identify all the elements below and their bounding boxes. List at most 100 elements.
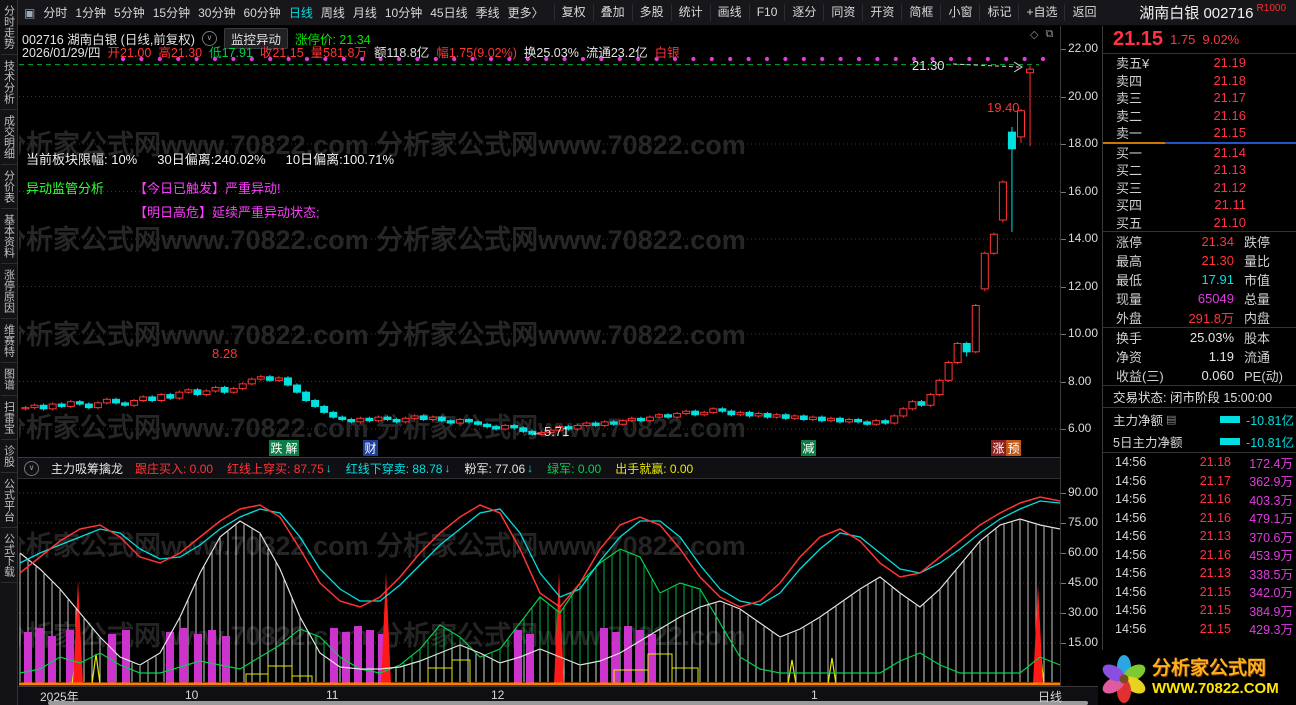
svg-text:涨: 涨	[992, 441, 1004, 456]
ohlc-segment: 流通23.2亿	[585, 46, 648, 60]
menu-tool-统计[interactable]: 统计	[670, 4, 710, 21]
buy-row[interactable]: 买一 21.14	[1103, 144, 1296, 162]
menu-tool-叠加[interactable]: 叠加	[592, 4, 632, 21]
svg-text:预: 预	[1007, 442, 1019, 456]
logo-site-name: 分析家公式网	[1152, 657, 1267, 679]
sidebar-item-维赛特[interactable]: 维赛特	[0, 319, 17, 363]
top-menubar: ▣ 分时 1分钟 5分钟 15分钟 30分钟 60分钟 日线 周线 月线 10分钟 45日线 季线 更多…	[18, 0, 1296, 26]
indicator-value-出手就赢: 出手就赢: 0.00	[615, 461, 694, 476]
indicator-values: 跟庄买入: 0.00 红线上穿买: 87.75 ↓ 红线下穿卖: 88.78 ↓ 粉军: …	[135, 460, 693, 477]
horizontal-scrollbar[interactable]	[48, 701, 1088, 705]
menu-tool-多股[interactable]: 多股	[631, 4, 671, 21]
left-sidebar: 分时走势 技术分析 成交明细 分价表 基本资料 涨停原因 维赛特 图谱 扫雷宝 诊股 公式平台 公式下…	[0, 0, 18, 705]
menu-tool-简框[interactable]: 简框	[901, 4, 940, 21]
svg-text:解: 解	[285, 442, 297, 456]
indicator-chart[interactable]: 分析家公式网www.70822.com 分析家公式网www.70822.com分…	[19, 480, 1060, 686]
chart-corner-icon[interactable]: ⧉	[1045, 28, 1053, 41]
sidebar-item-公式平台[interactable]: 公式平台	[0, 473, 17, 528]
candlestick-chart[interactable]: 分析家公式网www.70822.com 分析家公式网www.70822.com 分…	[19, 54, 1060, 457]
sidebar-item-公式下载[interactable]: 公式下载	[0, 528, 17, 583]
menu-tool-小窗[interactable]: 小窗	[940, 4, 979, 21]
menu-period-45日线[interactable]: 45日线	[426, 4, 471, 21]
indicator-tick: 90.00	[1060, 485, 1099, 499]
indicator-tick: 45.00	[1060, 575, 1099, 589]
flow-legend-chip	[1220, 415, 1241, 423]
menu-period-60分钟[interactable]: 60分钟	[239, 4, 284, 21]
site-logo: 分析家公式网 WWW.70822.COM	[1098, 650, 1296, 705]
last-price: 21.15	[1113, 28, 1164, 50]
sell-row[interactable]: 卖五¥ 21.19	[1103, 54, 1296, 72]
window-icon[interactable]: ▣	[24, 6, 35, 20]
price-tick: 16.00	[1060, 183, 1099, 198]
ohlc-segment: 开21.00	[107, 46, 152, 60]
menu-period-分时[interactable]: 分时	[39, 4, 71, 21]
sidebar-item-图谱[interactable]: 图谱	[0, 363, 17, 396]
indicator-value-红线下穿卖: 红线下穿卖: 88.78 ↓	[345, 461, 451, 476]
menu-period-周线[interactable]: 周线	[317, 4, 349, 21]
sell-row[interactable]: 卖四 21.18	[1103, 72, 1296, 90]
sell-row[interactable]: 卖一 21.15	[1103, 124, 1296, 142]
price-change: 1.75	[1170, 32, 1196, 47]
time-axis-label: 11	[326, 688, 339, 702]
menu-period-30分钟[interactable]: 30分钟	[194, 4, 239, 21]
trade-tick-row: 14:56 21.15 429.3万	[1115, 621, 1293, 638]
menu-tool-复权[interactable]: 复权	[553, 4, 593, 21]
sidebar-item-扫雷宝[interactable]: 扫雷宝	[0, 396, 17, 440]
menu-period-5分钟[interactable]: 5分钟	[110, 4, 149, 21]
menu-period-月线[interactable]: 月线	[349, 4, 381, 21]
period-label: 日线	[1038, 690, 1063, 704]
sidebar-item-基本资料[interactable]: 基本资料	[0, 209, 17, 264]
price-tick: 8.00	[1060, 373, 1092, 388]
menu-tool-画线[interactable]: 画线	[709, 4, 749, 21]
sidebar-item-技术分析[interactable]: 技术分析	[0, 55, 17, 110]
chart-corner-icon[interactable]: ◇	[1030, 28, 1038, 41]
flow-row-5日主力净额: 5日主力净额 -10.81亿	[1113, 435, 1294, 450]
sell-row[interactable]: 卖三 21.17	[1103, 89, 1296, 107]
trade-tick-row: 14:56 21.18 172.4万	[1115, 455, 1293, 471]
menu-tool-同资[interactable]: 同资	[823, 4, 862, 21]
stock-title: 湖南白银 002716	[1139, 5, 1254, 22]
buy-row[interactable]: 买五 21.10	[1103, 214, 1296, 232]
menu-tool-逐分[interactable]: 逐分	[784, 4, 823, 21]
date-label: 2026/01/29/四	[22, 46, 101, 60]
menu-period-日线[interactable]: 日线	[285, 4, 317, 21]
sidebar-item-分价表[interactable]: 分价表	[0, 165, 17, 209]
indicator-tick: 30.00	[1060, 605, 1099, 619]
deviation-30d: 30日偏离:240.02%	[157, 152, 266, 167]
sidebar-item-成交明细[interactable]: 成交明细	[0, 110, 17, 165]
buy-row[interactable]: 买三 21.12	[1103, 179, 1296, 197]
tool-buttons: 复权 叠加 多股 统计 画线 F10 逐分 同资 开资 简框 小窗 标记 +自选 返回	[553, 0, 1104, 26]
stock-header: 湖南白银 002716 R1000	[1139, 2, 1296, 23]
menu-period-10分钟[interactable]: 10分钟	[381, 4, 426, 21]
menu-period-季线[interactable]: 季线	[472, 4, 504, 21]
menu-tool-F10[interactable]: F10	[748, 4, 785, 21]
sidebar-item-分时走势[interactable]: 分时走势	[0, 0, 17, 55]
quote-stats: 涨停 21.34 跌停 最高 21.30 量比 最低 17.91 市值 现量 65049 总量 外盘 29…	[1103, 232, 1296, 327]
menu-period-15分钟[interactable]: 15分钟	[149, 4, 194, 21]
chevron-down-icon[interactable]: ∨	[24, 460, 39, 476]
price-tick: 6.00	[1060, 421, 1092, 435]
menu-tool-开资[interactable]: 开资	[862, 4, 901, 21]
trade-ticks-list[interactable]: 14:56 21.18 172.4万 14:56 21.17 362.9万 14:56 21.…	[1103, 453, 1296, 638]
sidebar-item-涨停原因[interactable]: 涨停原因	[0, 264, 17, 319]
menu-tool-返回[interactable]: 返回	[1064, 4, 1103, 21]
svg-text:跌: 跌	[270, 441, 282, 456]
sidebar-item-诊股[interactable]: 诊股	[0, 440, 17, 473]
sell-row[interactable]: 卖二 21.16	[1103, 107, 1296, 125]
stat-row: 涨停 21.34 跌停	[1116, 234, 1271, 250]
price-tick: 22.00	[1060, 41, 1099, 55]
period-tabs: 分时 1分钟 5分钟 15分钟 30分钟 60分钟 日线 周线 月线 10分钟 45日线 季线 更多〉	[39, 4, 547, 21]
stat-row: 外盘 291.8万 内盘	[1116, 311, 1271, 326]
stat-row: 收益(三) 0.060 PE(动)	[1116, 368, 1284, 384]
trade-tick-row: 14:56 21.15 342.0万	[1115, 584, 1293, 601]
menu-tool-标记[interactable]: 标记	[979, 4, 1018, 21]
buy-row[interactable]: 买四 21.11	[1103, 196, 1296, 214]
menu-period-1分钟[interactable]: 1分钟	[71, 4, 110, 21]
abnormal-alert-line1: 异动监管分析 【今日已触发】严重异动!	[26, 178, 281, 197]
list-icon[interactable]: ▤	[1166, 413, 1176, 426]
buy-row[interactable]: 买二 21.13	[1103, 161, 1296, 179]
indicator-value-绿军: 绿军: 0.00	[547, 461, 602, 476]
menu-period-更多〉[interactable]: 更多〉	[504, 4, 548, 21]
menu-tool-+自选[interactable]: +自选	[1018, 4, 1064, 21]
alert-tomorrow: 【明日高危】延续严重异动状态;	[134, 205, 320, 220]
